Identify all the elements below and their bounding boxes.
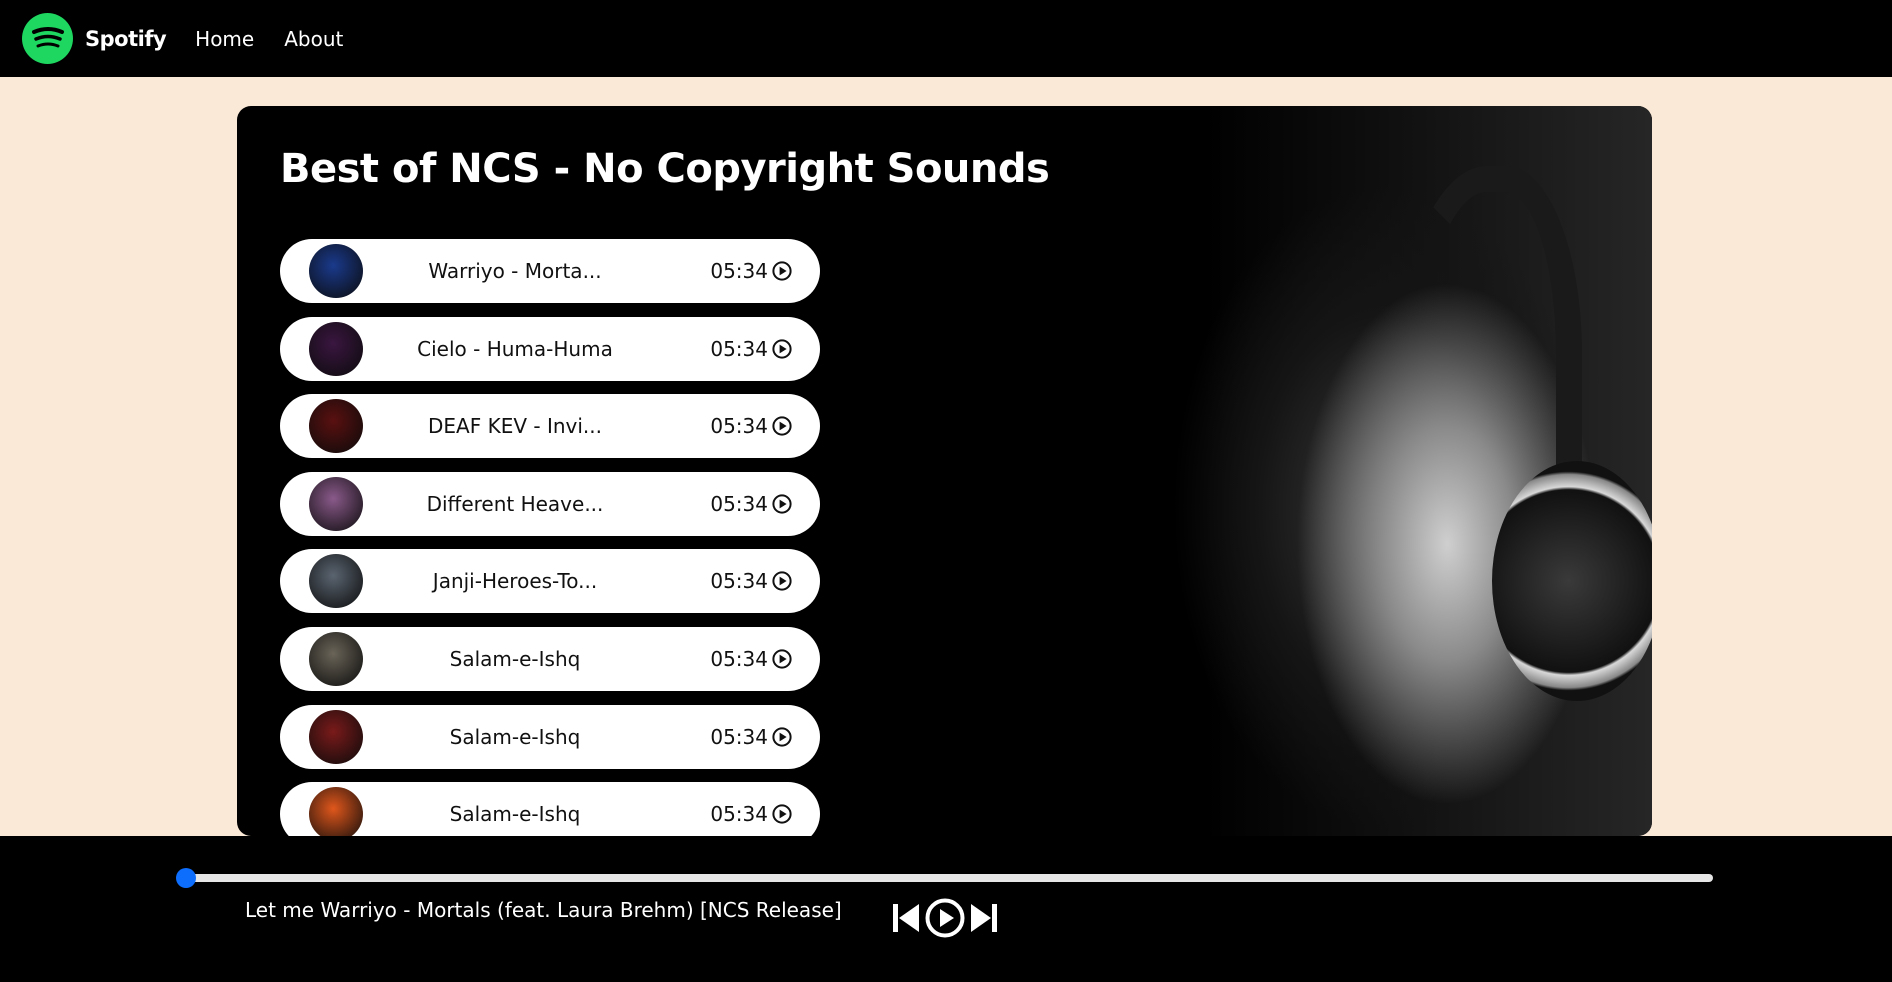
progress-thumb[interactable] bbox=[176, 868, 196, 888]
nav-link-about[interactable]: About bbox=[284, 27, 343, 51]
song-list: Warriyo - Morta... 05:34 Cielo - Huma-Huma… bbox=[280, 239, 820, 836]
spotify-logo-icon bbox=[22, 13, 73, 64]
song-time-group: 05:34 bbox=[710, 802, 792, 826]
song-item[interactable]: Warriyo - Morta... 05:34 bbox=[280, 239, 820, 303]
song-time-group: 05:34 bbox=[710, 337, 792, 361]
song-duration: 05:34 bbox=[710, 802, 768, 827]
song-play-icon[interactable] bbox=[772, 416, 792, 436]
song-play-icon[interactable] bbox=[772, 338, 792, 359]
brand-name: Spotify bbox=[85, 26, 167, 51]
song-name: Salam-e-Ishq bbox=[449, 646, 581, 671]
song-time-group: 05:34 bbox=[710, 492, 792, 516]
song-play-icon[interactable] bbox=[772, 649, 792, 669]
play-circle-icon bbox=[925, 898, 965, 938]
song-time-group: 05:34 bbox=[710, 725, 792, 749]
song-item[interactable]: Salam-e-Ishq 05:34 bbox=[280, 704, 820, 769]
navbar: Spotify Home About bbox=[0, 0, 1892, 77]
next-icon bbox=[971, 904, 997, 932]
nav-link-home[interactable]: Home bbox=[195, 27, 254, 51]
song-item[interactable]: Salam-e-Ishq 05:34 bbox=[280, 782, 820, 836]
song-duration: 05:34 bbox=[710, 569, 768, 594]
song-cover bbox=[309, 399, 363, 454]
song-cover bbox=[309, 787, 363, 836]
song-duration: 05:34 bbox=[710, 646, 768, 671]
song-name: Warriyo - Morta... bbox=[428, 259, 602, 283]
song-item[interactable]: DEAF KEV - Invi... 05:34 bbox=[280, 394, 820, 459]
playlist-container: Best of NCS - No Copyright Sounds Warriy… bbox=[237, 106, 1652, 836]
now-playing-title: Let me Warriyo - Mortals (feat. Laura Br… bbox=[245, 898, 842, 922]
song-time-group: 05:34 bbox=[710, 414, 792, 438]
previous-icon bbox=[893, 904, 919, 932]
song-name: Different Heave... bbox=[426, 491, 604, 516]
song-play-icon[interactable] bbox=[772, 571, 792, 591]
song-duration: 05:34 bbox=[710, 724, 768, 749]
player-bar: Let me Warriyo - Mortals (feat. Laura Br… bbox=[0, 836, 1892, 982]
song-cover bbox=[309, 321, 363, 376]
song-play-icon[interactable] bbox=[772, 494, 792, 514]
song-time-group: 05:34 bbox=[710, 569, 792, 593]
song-duration: 05:34 bbox=[710, 259, 768, 283]
playlist-title: Best of NCS - No Copyright Sounds bbox=[280, 146, 1050, 192]
song-name: Janji-Heroes-To... bbox=[432, 569, 598, 594]
song-play-icon[interactable] bbox=[772, 804, 792, 824]
song-play-icon[interactable] bbox=[772, 261, 792, 281]
song-item[interactable]: Janji-Heroes-To... 05:34 bbox=[280, 549, 820, 614]
song-name: DEAF KEV - Invi... bbox=[428, 414, 602, 439]
song-cover bbox=[309, 631, 363, 686]
song-duration: 05:34 bbox=[710, 336, 768, 361]
player-controls bbox=[893, 898, 997, 938]
song-time-group: 05:34 bbox=[710, 259, 792, 283]
song-name: Cielo - Huma-Huma bbox=[417, 336, 613, 361]
previous-button[interactable] bbox=[893, 900, 919, 936]
song-item[interactable]: Different Heave... 05:34 bbox=[280, 471, 820, 536]
song-name: Salam-e-Ishq bbox=[449, 802, 581, 827]
headphone-cup-graphic bbox=[1492, 461, 1652, 701]
song-play-icon[interactable] bbox=[772, 726, 792, 747]
progress-bar[interactable] bbox=[176, 868, 1713, 888]
song-cover bbox=[309, 244, 363, 298]
banner-image bbox=[1012, 106, 1652, 836]
song-item[interactable]: Salam-e-Ishq 05:34 bbox=[280, 626, 820, 691]
song-cover bbox=[309, 554, 363, 609]
play-button[interactable] bbox=[925, 898, 965, 938]
song-cover bbox=[309, 476, 363, 531]
song-time-group: 05:34 bbox=[710, 647, 792, 671]
song-duration: 05:34 bbox=[710, 414, 768, 439]
song-name: Salam-e-Ishq bbox=[449, 724, 581, 749]
song-item[interactable]: Cielo - Huma-Huma 05:34 bbox=[280, 316, 820, 381]
brand[interactable]: Spotify bbox=[22, 13, 167, 64]
song-cover bbox=[309, 709, 363, 764]
song-duration: 05:34 bbox=[710, 491, 768, 516]
next-button[interactable] bbox=[971, 900, 997, 936]
